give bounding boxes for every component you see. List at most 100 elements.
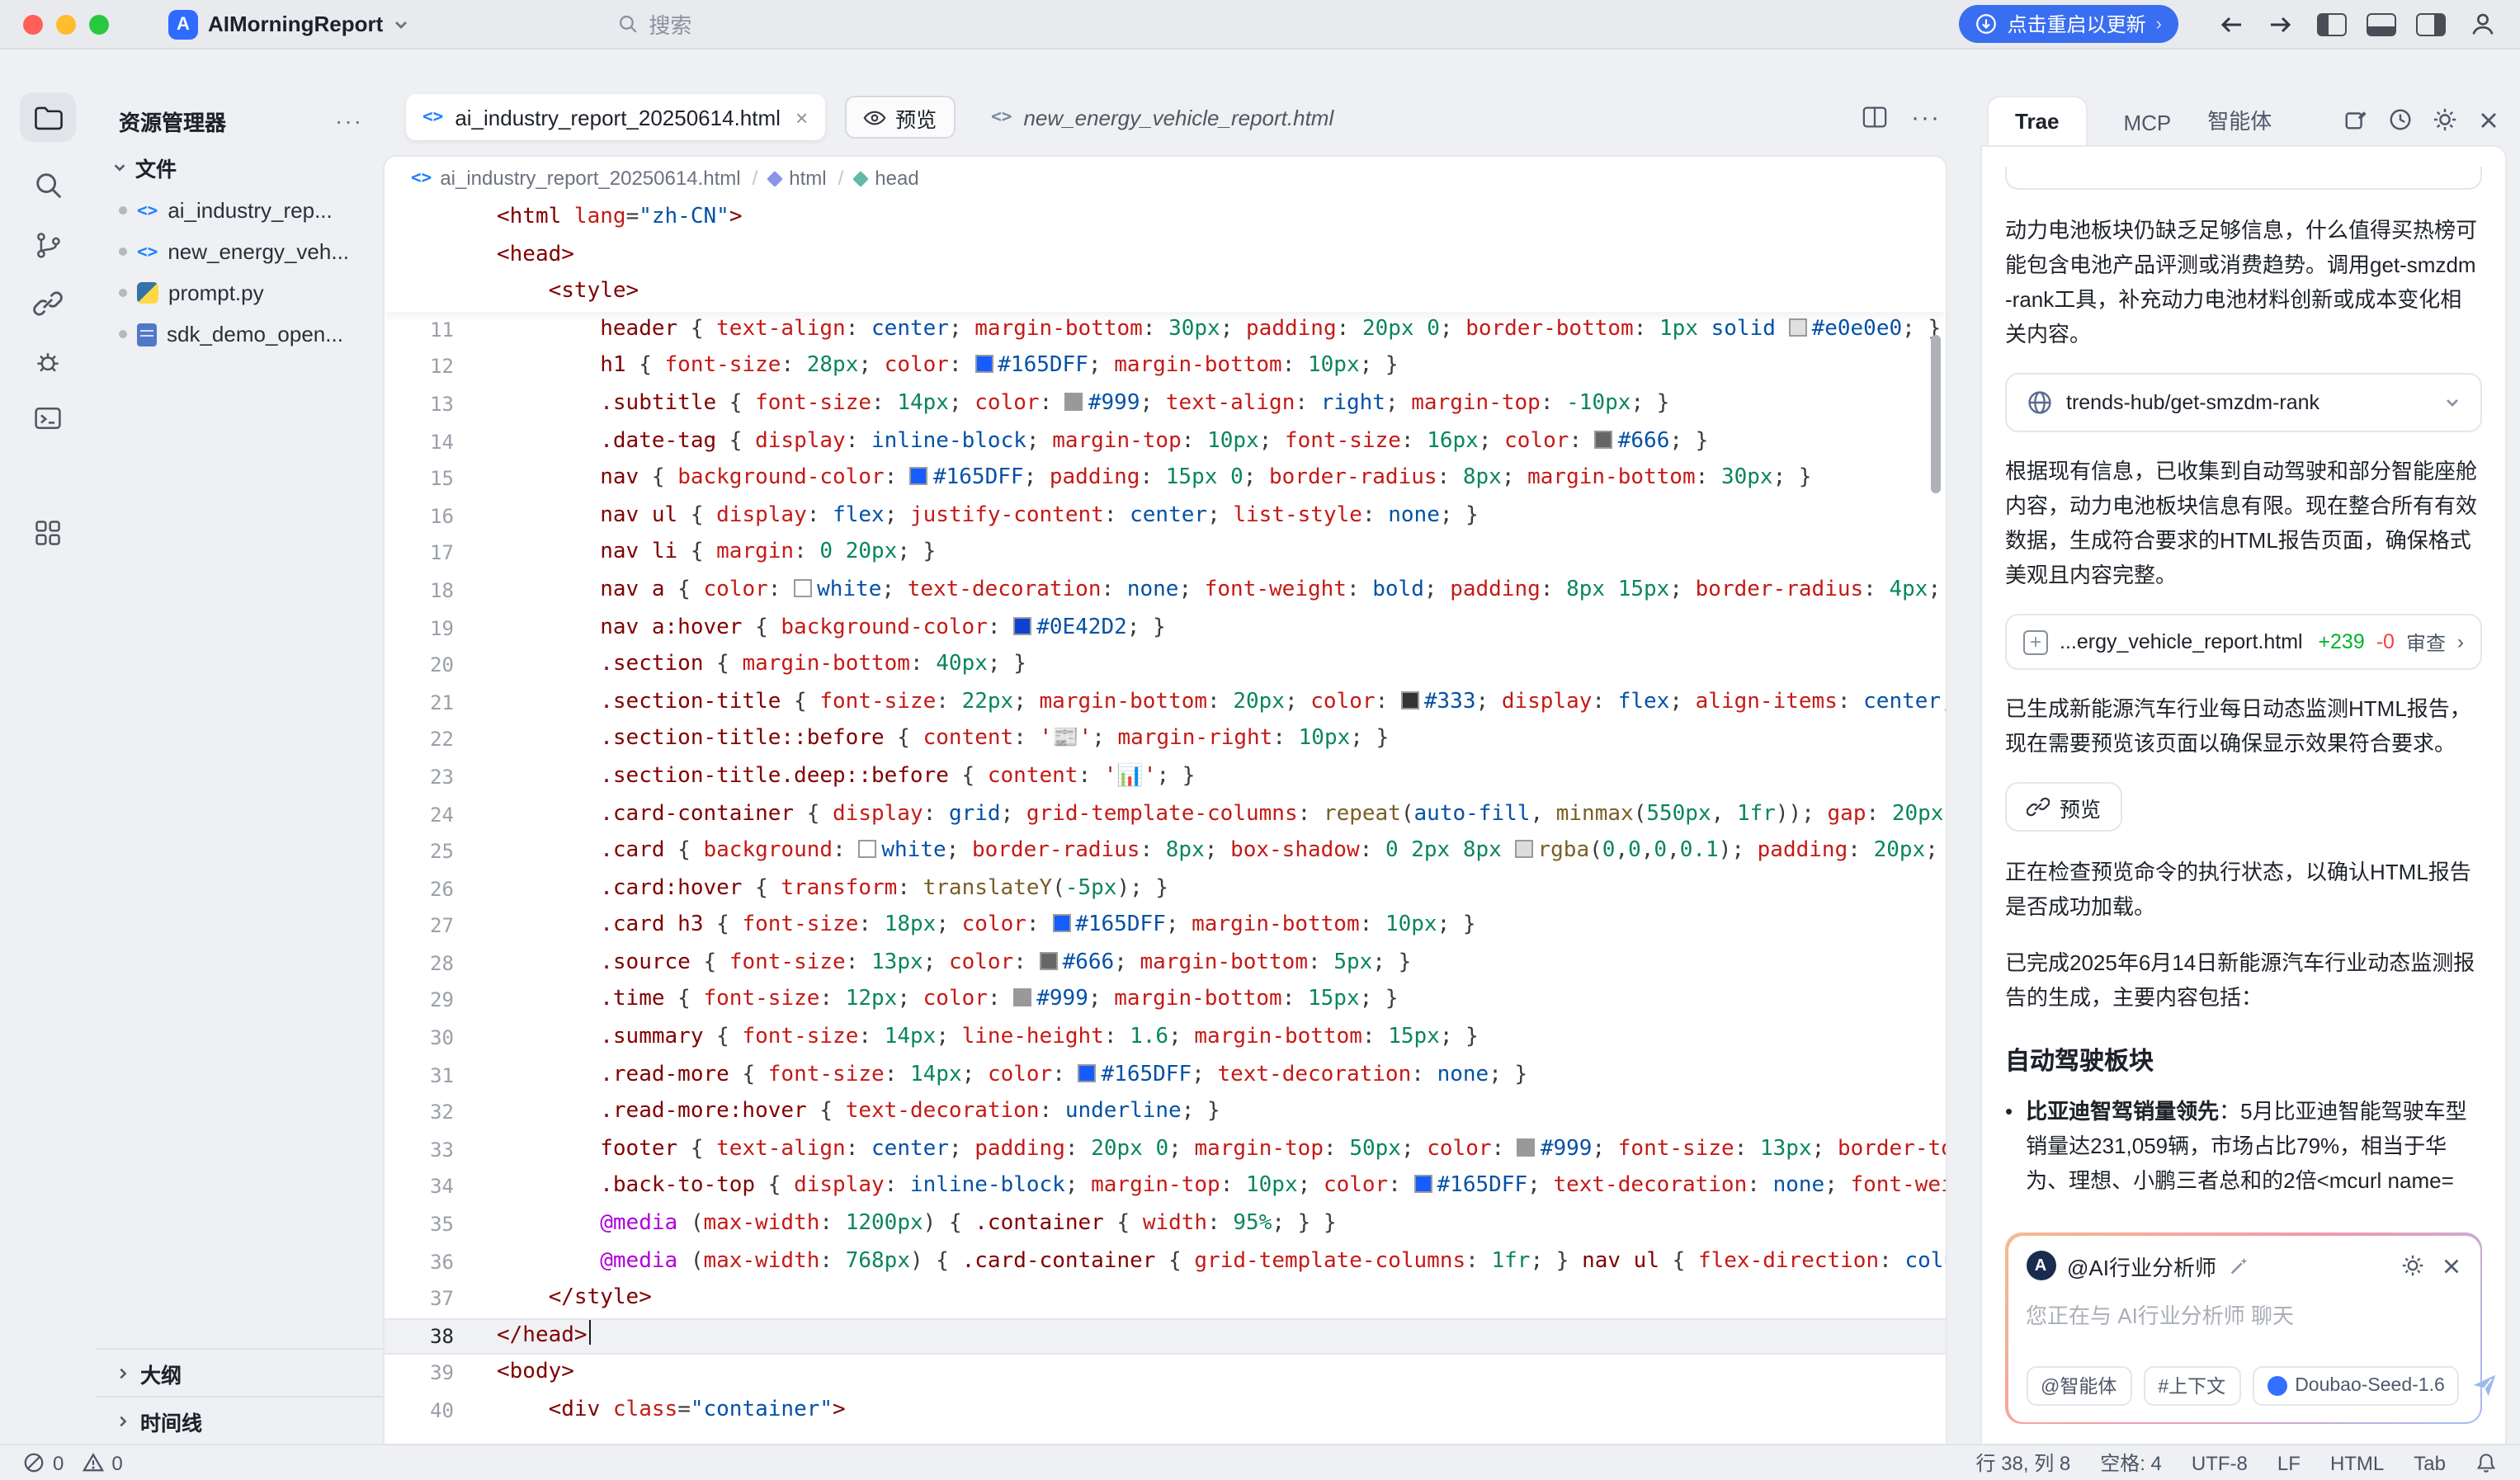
- code-line[interactable]: 36@media (max-width: 768px) { .card-cont…: [385, 1243, 1946, 1280]
- eol-setting[interactable]: LF: [2277, 1451, 2301, 1474]
- apps-grid-icon[interactable]: [33, 518, 63, 548]
- editor-scrollbar[interactable]: [1931, 335, 1941, 493]
- file-item-new-energy-vehicle[interactable]: <> new_energy_veh...: [96, 231, 383, 272]
- code-line[interactable]: 30.summary { font-size: 14px; line-heigh…: [385, 1020, 1946, 1057]
- new-chat-icon[interactable]: [2343, 107, 2368, 132]
- close-tab-icon[interactable]: ×: [795, 105, 808, 130]
- link-icon[interactable]: [33, 289, 63, 318]
- close-icon[interactable]: [2440, 1255, 2461, 1276]
- code-line[interactable]: 39<body>: [385, 1355, 1946, 1393]
- outline-section-header[interactable]: 大纲: [96, 1348, 383, 1396]
- navigate-back-button[interactable]: [2218, 12, 2244, 35]
- code-line[interactable]: 40<div class="container">: [385, 1393, 1946, 1430]
- code-line[interactable]: 32.read-more:hover { text-decoration: un…: [385, 1095, 1946, 1132]
- warnings-icon[interactable]: [82, 1452, 103, 1473]
- review-button[interactable]: 审查: [2406, 628, 2446, 656]
- breadcrumb-html[interactable]: html: [769, 167, 826, 190]
- code-line[interactable]: <html lang="zh-CN">: [385, 200, 1946, 237]
- code-line[interactable]: 34.back-to-top { display: inline-block; …: [385, 1169, 1946, 1206]
- minimize-window-button[interactable]: [56, 14, 76, 34]
- code-line[interactable]: 28.source { font-size: 13px; color: #666…: [385, 945, 1946, 983]
- navigate-forward-button[interactable]: [2268, 12, 2294, 35]
- tab-agents[interactable]: 智能体: [2207, 94, 2272, 145]
- explorer-activity-button[interactable]: [20, 92, 76, 142]
- chat-input-placeholder[interactable]: 您正在与 AI行业分析师 聊天: [2026, 1298, 2461, 1329]
- tab-trae[interactable]: Trae: [1987, 96, 2088, 145]
- code-line[interactable]: <style>: [385, 274, 1946, 311]
- preview-button[interactable]: 预览: [844, 96, 955, 139]
- code-line[interactable]: 23.section-title.deep::before { content:…: [385, 759, 1946, 796]
- preview-report-button[interactable]: 预览: [2005, 782, 2122, 832]
- split-editor-icon[interactable]: [1862, 106, 1888, 129]
- code-line[interactable]: 16nav ul { display: flex; justify-conten…: [385, 498, 1946, 535]
- code-line[interactable]: 37</style>: [385, 1280, 1946, 1317]
- notifications-bell-icon[interactable]: [2475, 1452, 2497, 1473]
- file-item-sdk-demo[interactable]: sdk_demo_open...: [96, 313, 383, 355]
- code-line[interactable]: 38</head>: [385, 1318, 1946, 1355]
- project-selector[interactable]: A AIMorningReport: [168, 9, 409, 39]
- file-change-card[interactable]: + ...ergy_vehicle_report.html +239 -0 审查…: [2005, 614, 2482, 670]
- agent-wand-icon[interactable]: [2228, 1255, 2249, 1276]
- mention-agent-chip[interactable]: @智能体: [2026, 1365, 2131, 1405]
- code-line[interactable]: 29.time { font-size: 12px; color: #999; …: [385, 983, 1946, 1020]
- explorer-more-actions-button[interactable]: ···: [335, 107, 363, 134]
- file-item-ai-industry-report[interactable]: <> ai_industry_rep...: [96, 190, 383, 231]
- code-line[interactable]: 26.card:hover { transform: translateY(-5…: [385, 870, 1946, 907]
- close-icon[interactable]: [2477, 108, 2500, 131]
- code-line[interactable]: 14.date-tag { display: inline-block; mar…: [385, 423, 1946, 460]
- code-line[interactable]: 24.card-container { display: grid; grid-…: [385, 796, 1946, 833]
- zoom-window-button[interactable]: [89, 14, 109, 34]
- toggle-bottom-panel-button[interactable]: [2367, 12, 2396, 35]
- source-control-icon[interactable]: [33, 229, 63, 261]
- errors-count[interactable]: 0: [53, 1451, 64, 1474]
- code-line[interactable]: 21.section-title { font-size: 22px; marg…: [385, 684, 1946, 721]
- language-mode[interactable]: HTML: [2330, 1451, 2384, 1474]
- send-icon[interactable]: [2471, 1371, 2499, 1399]
- editor-more-actions-button[interactable]: ···: [1911, 103, 1941, 131]
- code-line[interactable]: 15nav { background-color: #165DFF; paddi…: [385, 460, 1946, 497]
- breadcrumb-file[interactable]: <> ai_industry_report_20250614.html: [411, 167, 741, 190]
- tab-ai-industry-report[interactable]: <> ai_industry_report_20250614.html ×: [406, 94, 824, 140]
- code-line[interactable]: 17nav li { margin: 0 20px; }: [385, 535, 1946, 573]
- model-selector-chip[interactable]: Doubao-Seed-1.6: [2252, 1365, 2460, 1405]
- code-line[interactable]: 31.read-more { font-size: 14px; color: #…: [385, 1057, 1946, 1094]
- indentation-setting[interactable]: 空格: 4: [2100, 1449, 2162, 1477]
- context-chip[interactable]: #上下文: [2143, 1365, 2240, 1405]
- cursor-position[interactable]: 行 38, 列 8: [1976, 1449, 2071, 1477]
- breadcrumb-head[interactable]: head: [855, 167, 918, 190]
- encoding[interactable]: UTF-8: [2192, 1451, 2248, 1474]
- global-search[interactable]: 搜索: [617, 8, 691, 40]
- code-line[interactable]: 22.section-title::before { content: '📰';…: [385, 722, 1946, 759]
- terminal-panel-icon[interactable]: [33, 404, 63, 432]
- warnings-count[interactable]: 0: [111, 1451, 122, 1474]
- code-line[interactable]: 18nav a { color: white; text-decoration:…: [385, 573, 1946, 610]
- code-line[interactable]: <head>: [385, 237, 1946, 274]
- code-line[interactable]: 25.card { background: white; border-radi…: [385, 833, 1946, 870]
- gear-icon[interactable]: [2433, 107, 2457, 132]
- account-icon[interactable]: [2469, 10, 2497, 38]
- errors-icon[interactable]: [23, 1452, 45, 1473]
- code-line[interactable]: 19nav a:hover { background-color: #0E42D…: [385, 610, 1946, 647]
- history-icon[interactable]: [2388, 107, 2413, 132]
- toggle-right-panel-button[interactable]: [2416, 12, 2446, 35]
- code-editor[interactable]: <html lang="zh-CN"><head><style> 11heade…: [385, 200, 1946, 1444]
- toggle-left-panel-button[interactable]: [2317, 12, 2347, 35]
- files-section-header[interactable]: 文件: [96, 145, 383, 190]
- code-line[interactable]: 12h1 { font-size: 28px; color: #165DFF; …: [385, 349, 1946, 386]
- code-line[interactable]: 20.section { margin-bottom: 40px; }: [385, 647, 1946, 684]
- gear-icon[interactable]: [2400, 1254, 2423, 1277]
- tab-mcp[interactable]: MCP: [2124, 101, 2172, 145]
- tab-size[interactable]: Tab: [2414, 1451, 2446, 1474]
- code-line[interactable]: 11header { text-align: center; margin-bo…: [385, 312, 1946, 349]
- timeline-section-header[interactable]: 时间线: [96, 1396, 383, 1444]
- debug-bug-icon[interactable]: [33, 346, 63, 376]
- mcp-tool-call[interactable]: trends-hub/get-smzdm-rank: [2005, 373, 2482, 432]
- code-line[interactable]: 13.subtitle { font-size: 14px; color: #9…: [385, 386, 1946, 423]
- code-line[interactable]: 33footer { text-align: center; padding: …: [385, 1132, 1946, 1169]
- search-activity-button[interactable]: [32, 170, 64, 201]
- tab-new-energy-vehicle-report[interactable]: <> new_energy_vehicle_report.html: [974, 94, 1350, 140]
- file-item-prompt-py[interactable]: prompt.py: [96, 272, 383, 313]
- code-line[interactable]: 35@media (max-width: 1200px) { .containe…: [385, 1206, 1946, 1243]
- code-line[interactable]: 27.card h3 { font-size: 18px; color: #16…: [385, 908, 1946, 945]
- restart-update-button[interactable]: 点击重启以更新 ›: [1960, 5, 2178, 43]
